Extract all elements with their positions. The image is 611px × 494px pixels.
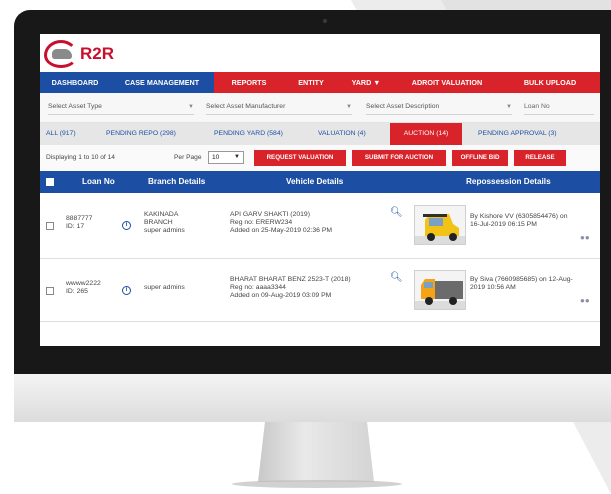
table-toolbar: Displaying 1 to 10 of 14 Per Page 10 ▼ R… — [40, 145, 600, 171]
record-id: ID: 265 — [66, 288, 88, 295]
offline-bid-button[interactable]: OFFLINE BID — [452, 150, 508, 166]
car-icon — [52, 49, 72, 59]
vehicle-thumbnail[interactable] — [414, 270, 466, 310]
branch-name: BRANCH — [144, 219, 173, 226]
column-vehicle-details[interactable]: Vehicle Details — [286, 171, 343, 193]
column-branch-details[interactable]: Branch Details — [148, 171, 205, 193]
table-header: Loan No Branch Details Vehicle Details R… — [40, 171, 600, 193]
repossession-by: By Kishore VV (6305854476) on — [470, 213, 568, 220]
table-row[interactable]: wwww2222 ID: 265 i super admins BHARAT B… — [40, 260, 600, 322]
vehicle-added-on: Added on 09-Aug-2019 03:09 PM — [230, 292, 332, 299]
more-icon[interactable]: ●● — [580, 296, 590, 305]
monitor-chin — [14, 374, 611, 422]
info-icon[interactable]: i — [122, 286, 131, 295]
request-valuation-button[interactable]: REQUEST VALUATION — [254, 150, 346, 166]
camera-dot — [323, 19, 327, 23]
nav-yard[interactable]: YARD ▼ — [338, 72, 394, 93]
table-row[interactable]: 8887777 ID: 17 i KAKINADA BRANCH super a… — [40, 193, 600, 259]
loan-no-input[interactable]: Loan No — [524, 101, 594, 115]
asset-description-select[interactable]: Select Asset Description ▼ — [366, 101, 512, 115]
asset-description-value: Select Asset Description — [366, 103, 440, 110]
nav-reports[interactable]: REPORTS — [214, 72, 284, 93]
chevron-down-icon: ▼ — [188, 104, 194, 110]
truck-icon — [415, 279, 465, 309]
app-header: R2R — [40, 34, 600, 72]
tab-pending-repo[interactable]: PENDING REPO (298) — [106, 123, 176, 145]
branch-name: KAKINADA — [144, 211, 179, 218]
branch-user: super admins — [144, 284, 185, 291]
branch-user: super admins — [144, 227, 185, 234]
select-all-checkbox[interactable] — [46, 178, 54, 186]
vehicle-reg-no: Reg no: aaaa3344 — [230, 284, 286, 291]
nav-adroit-valuation[interactable]: ADROIT VALUATION — [394, 72, 500, 93]
repossession-by: By Siva (7660985685) on 12-Aug- — [470, 276, 573, 283]
nav-dashboard[interactable]: DASHBOARD — [40, 72, 110, 93]
asset-manufacturer-select[interactable]: Select Asset Manufacturer ▼ — [206, 101, 352, 115]
filter-bar: Select Asset Type ▼ Select Asset Manufac… — [40, 93, 600, 123]
display-count: Displaying 1 to 10 of 14 — [46, 154, 115, 161]
per-page-select[interactable]: 10 ▼ — [208, 151, 244, 164]
vehicle-name: BHARAT BHARAT BENZ 2523-T (2018) — [230, 276, 351, 283]
repossession-date: 16-Jul-2019 06:15 PM — [470, 221, 537, 228]
tab-valuation[interactable]: VALUATION (4) — [318, 123, 366, 145]
per-page-value: 10 — [212, 154, 220, 161]
info-icon[interactable]: i — [122, 221, 131, 230]
more-icon[interactable]: ●● — [580, 233, 590, 242]
status-tabs: ALL (917) PENDING REPO (298) PENDING YAR… — [40, 123, 600, 145]
submit-for-auction-button[interactable]: SUBMIT FOR AUCTION — [352, 150, 446, 166]
brand-logo[interactable]: R2R — [44, 40, 118, 68]
vehicle-added-on: Added on 25-May-2019 02:36 PM — [230, 227, 333, 234]
stand-shadow — [232, 480, 402, 488]
asset-manufacturer-value: Select Asset Manufacturer — [206, 103, 286, 110]
column-repossession-details[interactable]: Repossession Details — [466, 171, 551, 193]
vehicle-reg-no: Reg no: ERERW234 — [230, 219, 293, 226]
brand-name: R2R — [80, 44, 115, 63]
vehicle-name: API GARV SHAKTI (2019) — [230, 211, 310, 218]
asset-type-value: Select Asset Type — [48, 103, 102, 110]
repossession-date: 2019 10:56 AM — [470, 284, 516, 291]
asset-type-select[interactable]: Select Asset Type ▼ — [48, 101, 194, 115]
monitor-stand — [258, 422, 374, 482]
auto-rickshaw-icon — [415, 214, 465, 244]
chevron-down-icon: ▼ — [234, 154, 240, 160]
release-button[interactable]: RELEASE — [514, 150, 566, 166]
record-id: ID: 17 — [66, 223, 85, 230]
search-icon[interactable]: 🔍︎ — [390, 272, 403, 283]
tab-pending-approval[interactable]: PENDING APPROVAL (3) — [478, 123, 557, 145]
search-icon[interactable]: 🔍︎ — [390, 207, 403, 218]
nav-entity[interactable]: ENTITY — [284, 72, 338, 93]
row-checkbox[interactable] — [46, 222, 54, 230]
loan-number: 8887777 — [66, 215, 93, 222]
tab-auction[interactable]: AUCTION (14) — [390, 123, 462, 145]
vehicle-thumbnail[interactable] — [414, 205, 466, 245]
row-checkbox[interactable] — [46, 287, 54, 295]
chevron-down-icon: ▼ — [506, 104, 512, 110]
loan-number: wwww2222 — [66, 280, 101, 287]
chevron-down-icon: ▼ — [346, 104, 352, 110]
column-loan-no[interactable]: Loan No — [82, 171, 115, 193]
nav-bulk-upload[interactable]: BULK UPLOAD — [500, 72, 600, 93]
per-page-label: Per Page — [174, 154, 202, 161]
tab-pending-yard[interactable]: PENDING YARD (584) — [214, 123, 283, 145]
monitor-screen: R2R DASHBOARD CASE MANAGEMENT REPORTS EN… — [40, 34, 600, 346]
nav-case-management[interactable]: CASE MANAGEMENT — [110, 72, 214, 93]
main-nav: DASHBOARD CASE MANAGEMENT REPORTS ENTITY… — [40, 72, 600, 93]
tab-all[interactable]: ALL (917) — [46, 123, 76, 145]
